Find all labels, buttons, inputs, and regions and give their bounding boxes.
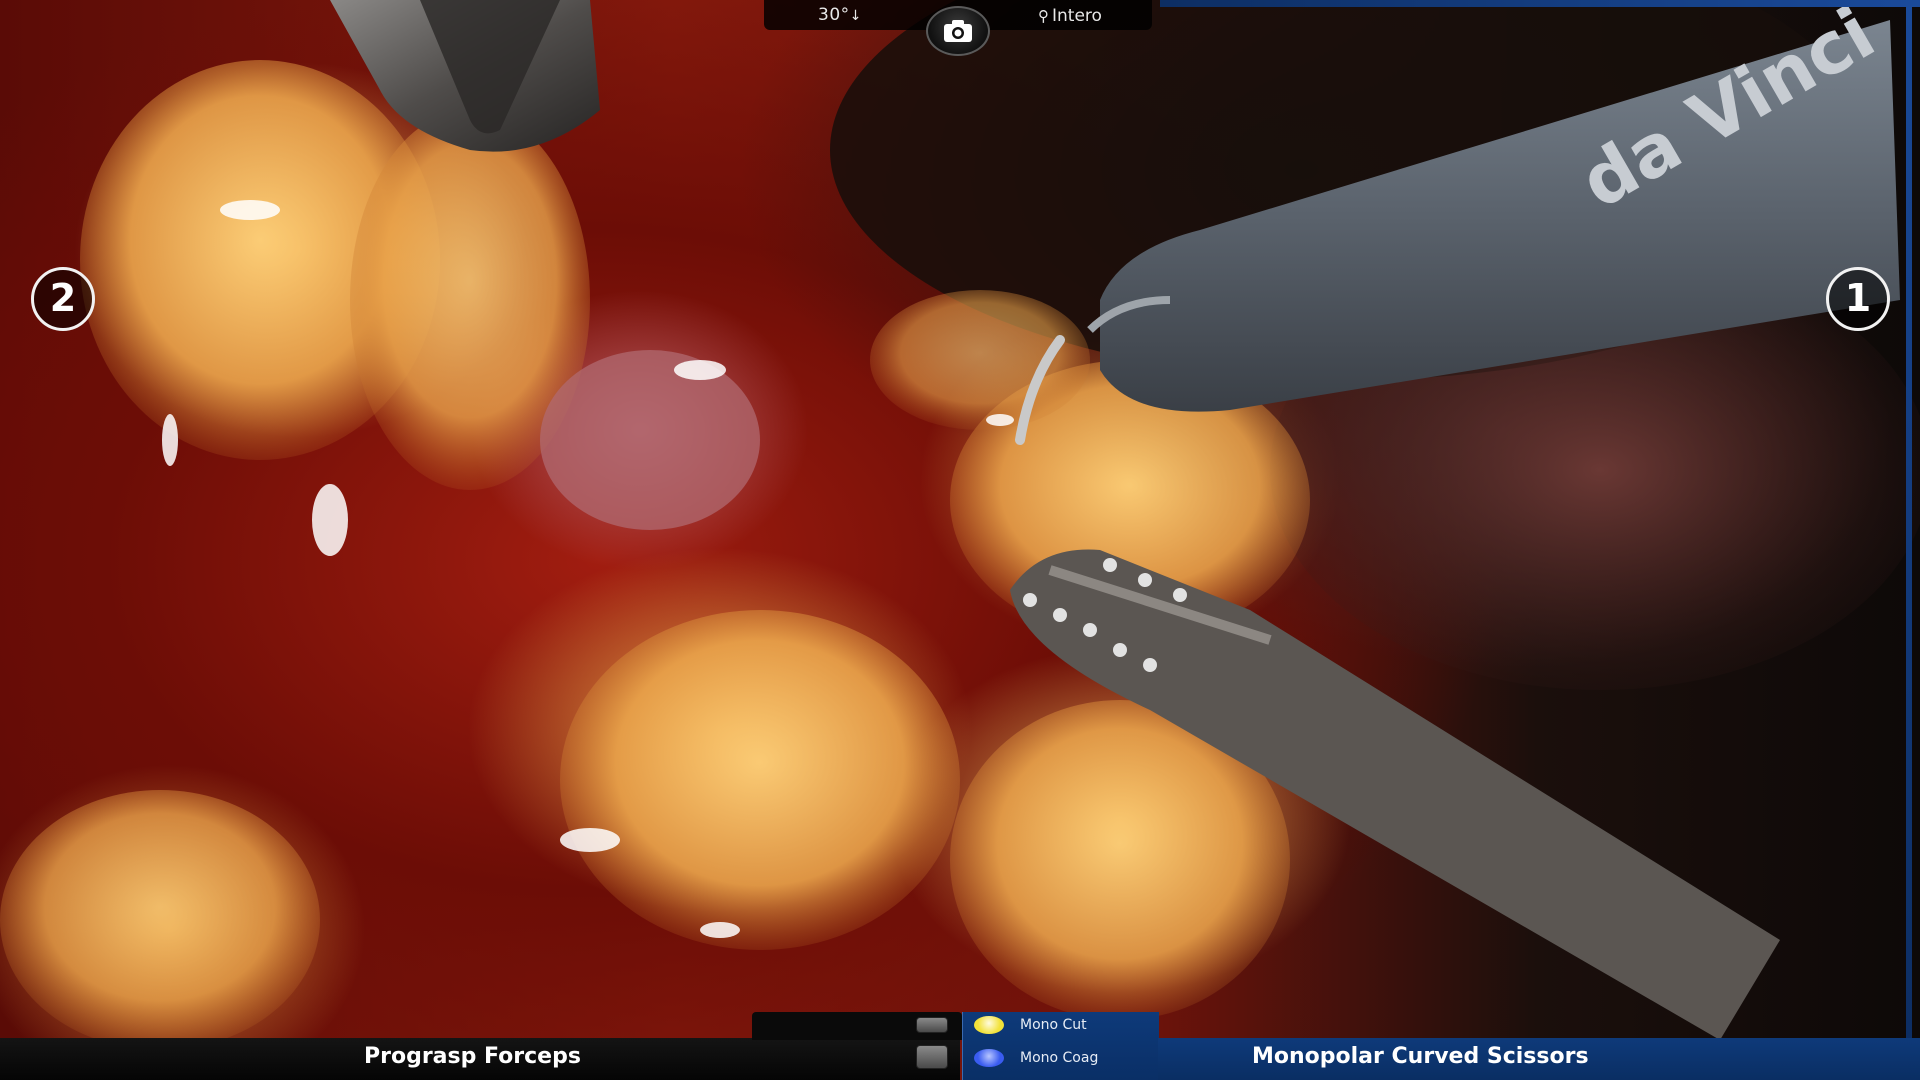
scope-angle-value: 30°	[818, 5, 850, 25]
surgical-console-view: da Vinci 30°↓ ⚲ Intero 2 1 Prograsp Forc…	[0, 0, 1920, 1080]
mono-cut-indicator-icon	[974, 1016, 1004, 1034]
camera-icon	[944, 20, 972, 42]
camera-button[interactable]	[926, 6, 990, 56]
fat-tissue	[560, 610, 960, 950]
fat-tissue	[0, 790, 320, 1050]
intero-mode-label: Intero	[1052, 6, 1102, 26]
energy-pedal-indicator-bottom	[916, 1045, 948, 1069]
top-status-line	[1160, 0, 1920, 7]
energy-pedal-indicator-top	[916, 1017, 948, 1033]
key-icon: ⚲	[1038, 7, 1049, 25]
lymph-node	[540, 350, 760, 530]
arm-number-badge-left: 2	[31, 267, 95, 331]
energy-mode-label: Mono Coag	[1020, 1050, 1099, 1066]
energy-mode-coag[interactable]: Mono Coag	[974, 1045, 1098, 1071]
top-hud: 30°↓ ⚲ Intero	[0, 0, 1920, 56]
intero-mode-indicator[interactable]: ⚲ Intero	[1038, 6, 1102, 26]
scope-direction-icon: ↓	[849, 8, 862, 24]
video-scene-illustration: da Vinci	[0, 0, 1920, 1050]
energy-mode-cut[interactable]: Mono Cut	[974, 1012, 1087, 1038]
right-instrument-name: Monopolar Curved Scissors	[1252, 1044, 1589, 1069]
arm-number-badge-right: 1	[1826, 267, 1890, 331]
right-edge-status-line	[1906, 0, 1912, 1040]
mono-coag-indicator-icon	[974, 1049, 1004, 1067]
endoscope-video-feed: da Vinci	[0, 0, 1920, 1080]
energy-mode-label: Mono Cut	[1020, 1017, 1087, 1033]
left-instrument-name: Prograsp Forceps	[364, 1044, 581, 1069]
scope-angle-indicator: 30°↓	[818, 5, 862, 25]
fat-tissue	[870, 290, 1090, 430]
